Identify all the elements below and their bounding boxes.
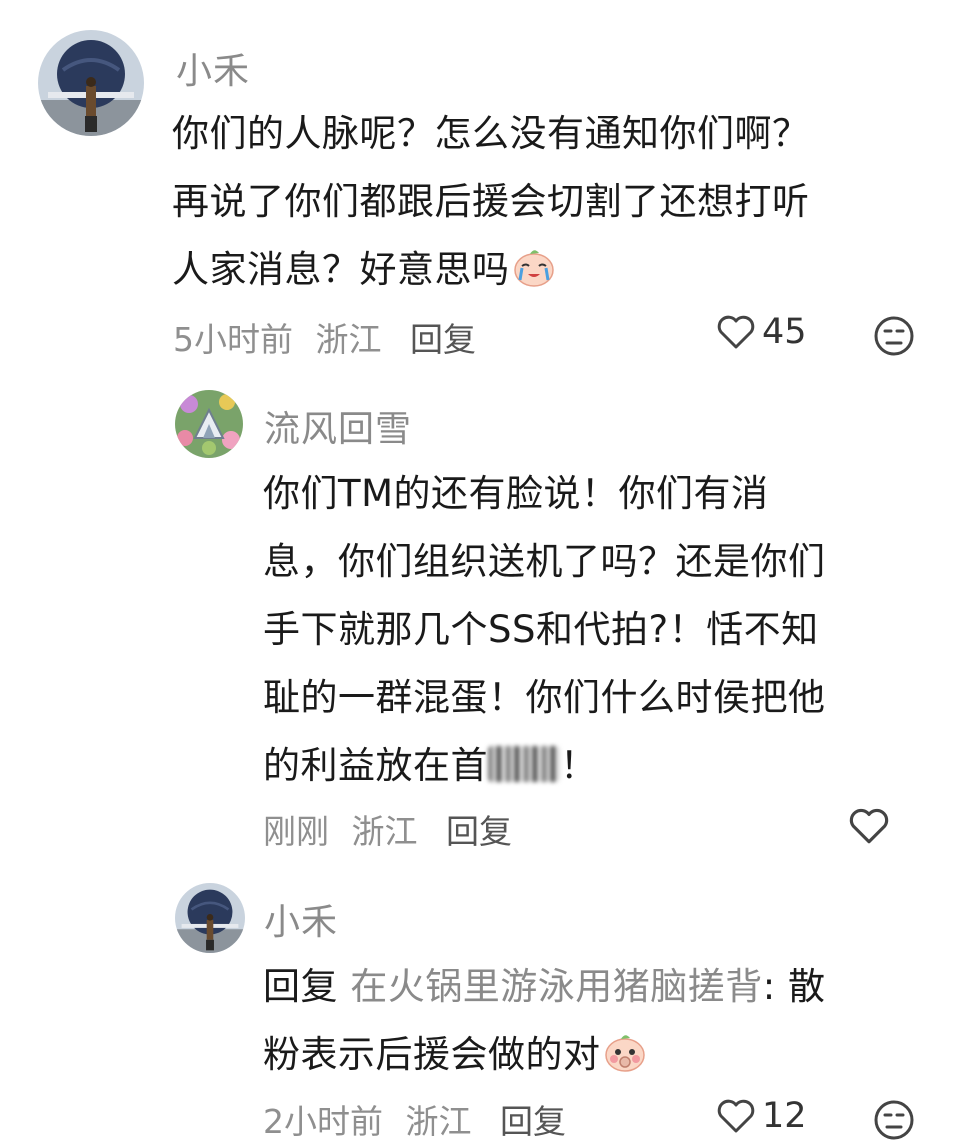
comment-line: 息，你们组织送机了吗？还是你们: [263, 540, 826, 583]
censored-text-blur: [488, 746, 560, 782]
heart-outline-icon: [717, 1099, 755, 1133]
like-button[interactable]: [848, 806, 896, 846]
dislike-button[interactable]: [872, 1098, 916, 1146]
dislike-face-icon: [874, 316, 914, 356]
comment-line: 的利益放在首: [263, 744, 488, 787]
dislike-button[interactable]: [872, 314, 916, 362]
comment-meta: 2小时前 浙江 回复: [263, 1095, 566, 1143]
heart-outline-icon: [717, 315, 755, 349]
dislike-face-icon: [874, 1100, 914, 1140]
comment-text: 你们TM的还有脸说！你们有消 息，你们组织送机了吗？还是你们 手下就那几个SS和…: [263, 460, 923, 800]
reply-colon: :: [762, 965, 776, 1008]
comment-line: 手下就那几个SS和代拍?！恬不知: [263, 608, 819, 651]
like-count: 12: [762, 1096, 807, 1136]
comment-username[interactable]: 小禾: [176, 42, 250, 94]
comment-line: 耻的一群混蛋！你们什么时侯把他: [263, 676, 826, 719]
comment-location: 浙江: [405, 1102, 472, 1141]
comment-meta: 刚刚 浙江 回复: [263, 805, 512, 853]
comment-username[interactable]: 小禾: [264, 893, 338, 945]
comment-text: 回复 在火锅里游泳用猪脑搓背: 散 粉表示后援会做的对: [263, 953, 923, 1089]
comment-line-end: ！: [560, 744, 598, 787]
crying-emoji-icon: [512, 242, 556, 287]
comment-username[interactable]: 流风回雪: [264, 400, 412, 452]
comment-location: 浙江: [351, 812, 418, 851]
comment-time: 5小时前: [173, 320, 293, 359]
heart-outline-icon: [849, 808, 889, 844]
like-button[interactable]: 45: [716, 312, 807, 352]
reply-button[interactable]: 回复: [446, 812, 512, 851]
reply-target-username[interactable]: 在火锅里游泳用猪脑搓背: [350, 965, 763, 1008]
comment-time: 刚刚: [263, 812, 329, 851]
comment-time: 2小时前: [263, 1102, 383, 1141]
comment-meta: 5小时前 浙江 回复: [173, 313, 476, 361]
reply-button[interactable]: 回复: [410, 320, 476, 359]
comment-line: 粉表示后援会做的对: [263, 1033, 601, 1076]
avatar[interactable]: [175, 390, 243, 458]
avatar[interactable]: [38, 30, 144, 136]
like-count: 45: [762, 312, 807, 352]
comment-location: 浙江: [315, 320, 382, 359]
comment-text: 你们的人脉呢？怎么没有通知你们啊？ 再说了你们都跟后援会切割了还想打听 人家消息…: [172, 100, 912, 304]
comment-line: 你们TM的还有脸说！你们有消: [263, 472, 769, 515]
reply-button[interactable]: 回复: [500, 1102, 566, 1141]
comment-line: 散: [788, 965, 826, 1008]
avatar[interactable]: [175, 883, 245, 953]
comment-line: 人家消息？好意思吗: [172, 248, 510, 291]
comment-line: 你们的人脉呢？怎么没有通知你们啊？: [172, 112, 810, 155]
like-button[interactable]: 12: [716, 1096, 807, 1136]
shy-emoji-icon: [603, 1027, 647, 1072]
reply-prefix: 回复: [263, 965, 338, 1008]
comment-line: 再说了你们都跟后援会切割了还想打听: [172, 180, 810, 223]
